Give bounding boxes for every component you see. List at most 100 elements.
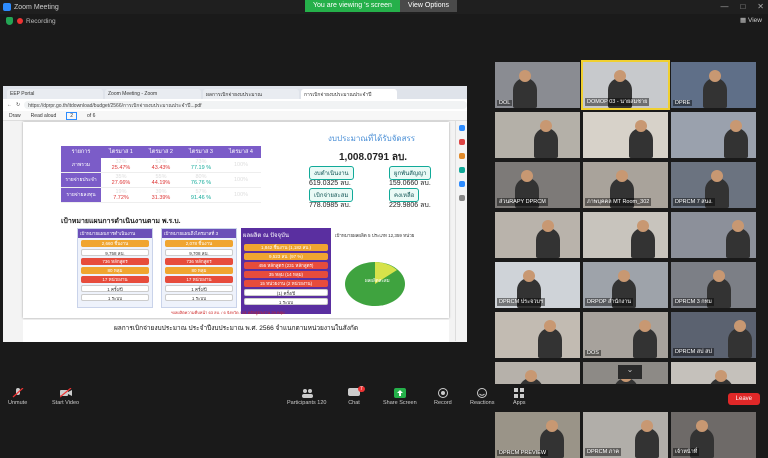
cell-actual: 43.43% — [151, 165, 171, 171]
apps-label: Apps — [513, 400, 526, 406]
pdf-page-input[interactable]: 2 — [66, 111, 78, 120]
participant-tile[interactable]: DPRCM ประจวบฯ — [495, 262, 580, 308]
participant-tile[interactable]: เจ้าหน้าที่ — [671, 412, 756, 458]
current-output-item: 15 หน่วยงาน (2 หน่วยงาน) — [244, 280, 328, 287]
current-output-item: 9,523 ลบ. (97 %) — [244, 253, 328, 260]
shopping-icon[interactable] — [458, 153, 465, 159]
leave-button[interactable]: Leave — [727, 393, 760, 405]
participant-tile[interactable]: DPRCM 7 สนง. — [671, 162, 756, 208]
current-output-item: (1) ครั้ง/ปี — [244, 289, 328, 296]
add-icon[interactable] — [458, 195, 465, 201]
pie-chart: เป้าหมายผลผลิต 5 ประเภท 12,359 หน่วย ผลผ… — [335, 232, 445, 316]
office-icon[interactable] — [458, 181, 465, 187]
table-cell: 100% — [221, 172, 261, 188]
minimize-icon[interactable]: — — [720, 2, 728, 11]
current-output-item: 1,842 ชิ้นงาน (1,182 ลบ.) — [244, 244, 328, 251]
refresh-icon[interactable]: ↻ — [16, 102, 20, 108]
budget-table: รายการ ไตรมาส 1 ไตรมาส 2 ไตรมาส 3 ไตรมาส 4 ภา… — [61, 146, 261, 203]
participant-tile[interactable]: DPRCM สป สป — [671, 312, 756, 358]
url-field[interactable]: https://dprpr.go.th/itdownload/budget/25… — [24, 101, 467, 109]
shield-icon[interactable] — [6, 17, 13, 25]
participant-head — [696, 420, 708, 432]
close-icon[interactable]: ✕ — [757, 2, 764, 11]
participant-tile[interactable]: DOMOP 03 - นายสมชาย — [581, 60, 670, 110]
table-header: ไตรมาส 4 — [221, 146, 261, 158]
participant-head — [525, 370, 537, 382]
browser-tab[interactable]: Zoom Meeting - Zoom — [105, 89, 201, 99]
cell-actual: 27.66% — [111, 180, 131, 186]
participant-tile[interactable] — [495, 112, 580, 158]
panel-item: 1 ระบบ — [165, 294, 233, 301]
copilot-icon[interactable] — [458, 125, 465, 131]
browser-tab[interactable]: EEP Portal — [7, 89, 103, 99]
participant-name: DPRCM สป สป — [673, 348, 714, 356]
participant-tile[interactable]: ภาพบุคคล MT Room_302 — [583, 162, 668, 208]
participant-body — [633, 328, 657, 358]
tools-icon[interactable] — [458, 139, 465, 145]
participant-tile[interactable] — [495, 312, 580, 358]
browser-tab[interactable]: การเบิกจ่ายงบประมาณประจำปี — [301, 89, 397, 99]
participant-name: DOMOP 03 - นายสมชาย — [585, 98, 650, 106]
table-row: ภาพรวม 32% 25.47% 52% 43.43% 73% 77.19 % 100% — [61, 158, 261, 173]
table-cell: 57% 91.46 % — [181, 187, 221, 203]
participant-head — [616, 170, 628, 182]
participant-tile[interactable]: DPRCM 3 กทม — [671, 262, 756, 308]
participant-name: DOL — [497, 100, 513, 106]
participants-button[interactable]: Participants 120 — [287, 388, 326, 406]
window-title: Zoom Meeting — [14, 3, 59, 11]
games-icon[interactable] — [458, 167, 465, 173]
participant-tile[interactable] — [671, 212, 756, 258]
participant-body — [513, 78, 537, 108]
participant-name: DPRCM PREVIEW — [497, 450, 549, 456]
share-message: You are viewing 's screen — [305, 0, 400, 12]
apps-button[interactable]: Apps — [513, 388, 526, 406]
smiley-icon — [476, 388, 488, 398]
reactions-button[interactable]: Reactions — [470, 388, 494, 406]
browser-tab[interactable]: ผลการเบิกจ่ายงบประมาณ — [203, 89, 299, 99]
participant-tile[interactable]: ส่วนRAPY DPRCM — [495, 162, 580, 208]
cell-actual: 7.72% — [113, 195, 129, 201]
panel-item: 9,708 ลบ. — [165, 249, 233, 256]
view-options-button[interactable]: View Options — [399, 0, 458, 12]
record-button[interactable]: Record — [434, 388, 452, 406]
participant-tile[interactable] — [583, 112, 668, 158]
participant-tile[interactable]: DOL — [495, 62, 580, 108]
table-cell: 32% 25.47% — [101, 158, 141, 173]
share-screen-button[interactable]: Share Screen — [383, 388, 417, 406]
cell-actual: 44.19% — [151, 180, 171, 186]
row-label: รายจ่ายลงทุน — [61, 187, 101, 203]
section-title: เป้าหมายแผนการดำเนินงานตาม พ.ร.บ. — [61, 218, 181, 225]
record-icon — [437, 388, 449, 398]
participant-tile[interactable]: DOS — [583, 312, 668, 358]
back-icon[interactable]: ← — [7, 102, 12, 108]
participant-tile[interactable]: DPRCM PREVIEW — [495, 412, 580, 458]
participant-head — [635, 120, 647, 132]
share-banner: You are viewing 's screen View Options — [305, 0, 458, 12]
pdf-draw[interactable]: Draw — [9, 113, 21, 119]
budget-pill-value: 229.9806 ลบ. — [389, 202, 431, 209]
participant-tile[interactable] — [495, 212, 580, 258]
chevron-down-icon[interactable]: ⌄ — [618, 365, 642, 379]
table-cell: 52% 43.43% — [141, 158, 181, 173]
table-row: รายจ่ายลงทุน 19% 7.72% 39% 31.39% 57% 91.46 % 1… — [61, 187, 261, 203]
participant-tile[interactable] — [583, 212, 668, 258]
view-button[interactable]: ▦ View — [740, 16, 762, 24]
participant-tile[interactable]: DPRCM ภาค — [583, 412, 668, 458]
table-cell: 19% 7.72% — [101, 187, 141, 203]
panel-item: 1 ครั้ง/ปี — [81, 285, 149, 292]
unmute-button[interactable]: Unmute — [8, 387, 27, 406]
participant-head — [618, 270, 630, 282]
apps-icon — [513, 388, 525, 398]
maximize-icon[interactable]: □ — [740, 2, 745, 11]
target-panel: เป้าหมายแผนถึงไตรมาสที่ 3 2,078 ชิ้นงาน 9,… — [161, 228, 237, 308]
table-cell: 39% 31.39% — [141, 187, 181, 203]
pdf-read-aloud[interactable]: Read aloud — [31, 113, 57, 119]
summary-title: งบประมาณที่ได้รับจัดสรร — [328, 134, 416, 143]
participant-tile[interactable]: DPRE — [671, 62, 756, 108]
participant-tile[interactable]: DRPOP สำนักงาน — [583, 262, 668, 308]
panel-item: 80 หลุม — [165, 267, 233, 274]
participant-tile[interactable] — [671, 112, 756, 158]
participant-name: DOS — [585, 350, 601, 356]
table-header: ไตรมาส 2 — [141, 146, 181, 158]
start-video-button[interactable]: Start Video — [52, 387, 79, 406]
